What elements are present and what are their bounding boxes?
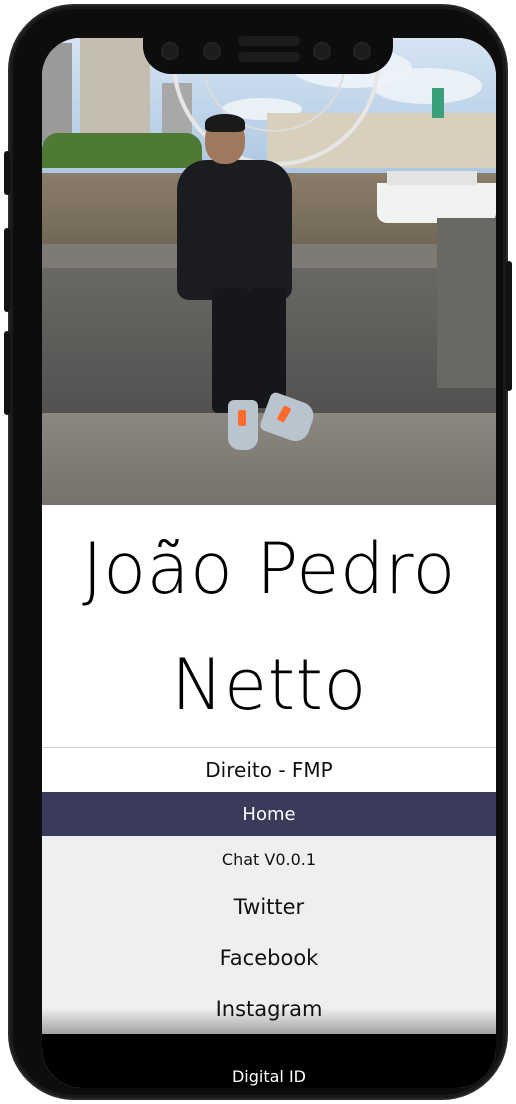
nav-facebook-link[interactable]: Facebook xyxy=(42,932,496,984)
phone-frame: João Pedro Netto Direito - FMP Home Chat… xyxy=(4,6,512,1098)
volume-up-button xyxy=(4,228,10,312)
notch-camera-icon xyxy=(161,42,179,60)
volume-down-button xyxy=(4,331,10,415)
notch-sensor-icon xyxy=(313,42,331,60)
divider xyxy=(42,747,496,748)
profile-name-line1: João Pedro xyxy=(82,528,456,610)
link-menu: Home Chat V0.0.1 Twitter Facebook Instag… xyxy=(42,792,496,1036)
mute-switch xyxy=(4,151,10,195)
footer-label: Digital ID xyxy=(231,1067,306,1086)
nav-home-link[interactable]: Home xyxy=(42,792,496,836)
phone-notch xyxy=(143,26,393,74)
profile-photo xyxy=(42,38,496,505)
nav-twitter-link[interactable]: Twitter xyxy=(42,882,496,932)
power-button xyxy=(506,261,512,391)
footer-bar: Digital ID xyxy=(42,1034,496,1088)
nav-chat-link[interactable]: Chat V0.0.1 xyxy=(42,836,496,882)
profile-course: Direito - FMP xyxy=(205,758,333,782)
menu-fade xyxy=(42,1008,496,1036)
notch-camera-icon xyxy=(353,42,371,60)
profile-name: João Pedro Netto xyxy=(42,508,496,746)
notch-speaker-icon xyxy=(238,52,300,62)
profile-name-line2: Netto xyxy=(171,644,367,726)
notch-sensor-icon xyxy=(203,42,221,60)
phone-screen: João Pedro Netto Direito - FMP Home Chat… xyxy=(42,38,496,1088)
notch-speaker-icon xyxy=(238,36,300,46)
